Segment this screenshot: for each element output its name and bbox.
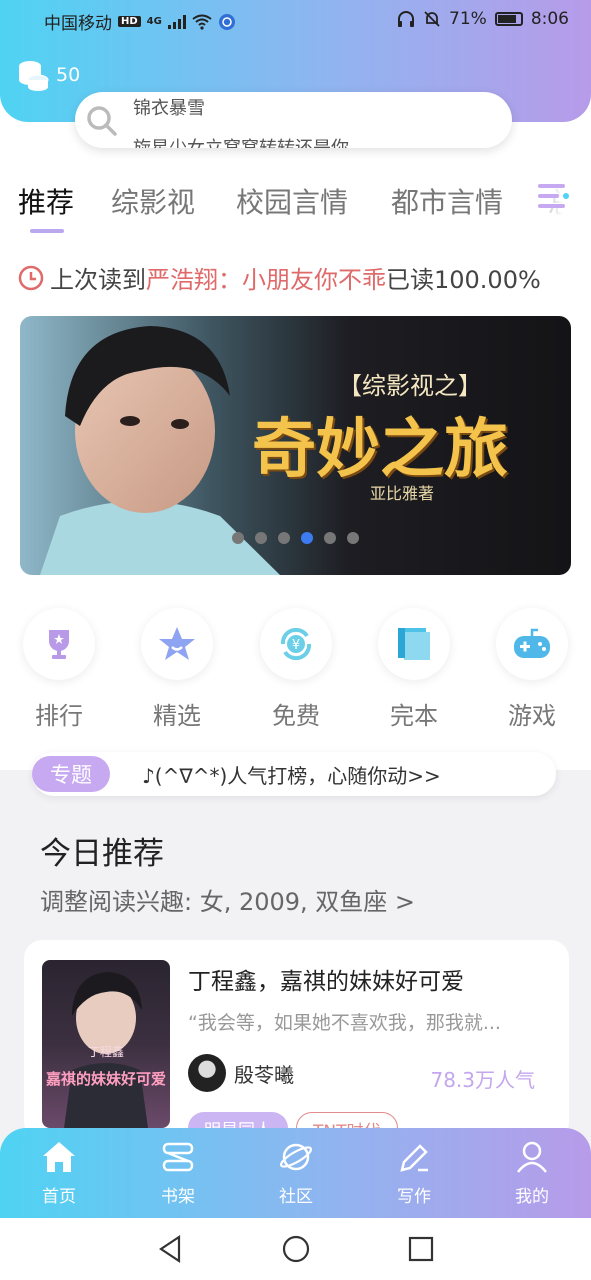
tab-menu-icon[interactable]	[537, 179, 571, 213]
tab-recommend[interactable]: 推荐	[18, 181, 74, 221]
quick-link-label: 完本	[390, 702, 438, 730]
banner-author: 亚比雅著	[370, 484, 435, 503]
book-title: 丁程鑫，嘉祺的妹妹好可爱	[188, 969, 464, 995]
banner-title: 奇妙之旅	[252, 412, 508, 487]
home-icon	[43, 1142, 75, 1172]
nav-label: 书架	[161, 1187, 195, 1207]
cover-title: 嘉祺的妹妹好可爱	[45, 1070, 166, 1088]
quick-link-ranking[interactable]: 排行	[19, 608, 99, 731]
banner-dot[interactable]	[278, 532, 290, 544]
quick-link-featured[interactable]: 精选	[137, 608, 217, 731]
nav-home[interactable]: 首页	[19, 1140, 99, 1207]
battery-icon	[494, 12, 523, 26]
coins-icon	[19, 61, 49, 91]
status-bar: 中国移动 HD 4G 71% 8:06	[0, 0, 591, 40]
hd-badge: HD	[118, 16, 141, 27]
active-tab-indicator	[30, 229, 64, 233]
quick-link-completed[interactable]: 完本	[374, 608, 454, 731]
search-hint-bottom: 旋星少女立窝窝转转还是你	[133, 134, 349, 148]
cover-author-name: 丁程鑫	[88, 1044, 124, 1059]
pen-icon	[400, 1144, 428, 1172]
banner-dot[interactable]	[301, 532, 313, 544]
avatar	[188, 1054, 226, 1092]
nav-label: 首页	[42, 1187, 76, 1207]
quick-link-games[interactable]: 游戏	[492, 608, 572, 731]
book-excerpt: “我会等，如果她不喜欢我，那我就...	[188, 1012, 501, 1034]
nav-community[interactable]: 社区	[256, 1140, 336, 1207]
home-circle-icon[interactable]	[281, 1234, 311, 1264]
carrier-label: 中国移动	[44, 14, 112, 34]
banner-subtitle: 【综影视之】	[338, 372, 482, 400]
quick-link-free[interactable]: ¥ 免费	[256, 608, 336, 731]
nav-write[interactable]: 写作	[374, 1140, 454, 1207]
gamepad-icon	[514, 628, 550, 658]
coin-balance[interactable]: 50	[16, 58, 80, 92]
book-popularity: 78.3万人气	[430, 1068, 535, 1092]
mute-bell-icon	[424, 11, 440, 27]
user-icon	[517, 1141, 547, 1173]
nav-label: 我的	[515, 1187, 549, 1207]
nav-label: 社区	[279, 1187, 313, 1207]
banner-pagination	[232, 532, 359, 544]
clock-icon	[18, 265, 44, 290]
tab-campus-romance[interactable]: 校园言情	[236, 181, 348, 221]
section-title: 今日推荐	[40, 836, 164, 872]
search-icon	[87, 106, 117, 136]
last-read-progress: 已读100.00%	[386, 266, 541, 294]
nav-bookshelf[interactable]: 书架	[138, 1140, 218, 1207]
star-icon	[159, 627, 195, 660]
book-card[interactable]: 丁程鑫 嘉祺的妹妹好可爱 丁程鑫，嘉祺的妹妹好可爱 “我会等，如果她不喜欢我，那…	[24, 940, 569, 1140]
last-read-bar[interactable]: 上次读到 严浩翔：小朋友你不乖 已读100.00%	[18, 260, 541, 295]
reading-interest-link[interactable]: 调整阅读兴趣: 女, 2009, 双鱼座 >	[40, 882, 415, 917]
recents-icon[interactable]	[406, 1234, 436, 1264]
book-cover: 丁程鑫 嘉祺的妹妹好可爱	[42, 960, 170, 1128]
search-hint-top: 锦衣暴雪	[133, 98, 205, 119]
banner-dot[interactable]	[347, 532, 359, 544]
last-read-prefix: 上次读到	[50, 266, 146, 294]
book-author[interactable]: 殷苓曦	[188, 1054, 294, 1092]
banner-dot[interactable]	[255, 532, 267, 544]
book-icon	[398, 628, 430, 660]
svg-text:¥: ¥	[292, 638, 300, 653]
clock-time: 8:06	[530, 9, 569, 29]
cover-art: 丁程鑫 嘉祺的妹妹好可爱	[45, 972, 166, 1128]
signal-icon	[167, 14, 186, 29]
nav-label: 写作	[397, 1187, 431, 1207]
trophy-icon	[49, 630, 69, 659]
planet-icon	[279, 1143, 313, 1171]
coin-count: 50	[56, 64, 81, 86]
tab-film-tv[interactable]: 综影视	[111, 181, 195, 221]
quick-links: 排行 精选 ¥ 免费 完本 游戏	[0, 608, 591, 738]
promo-banner[interactable]: 【综影视之】 奇妙之旅 亚比雅著	[20, 316, 571, 575]
tab-urban-romance[interactable]: 都市言情	[391, 181, 503, 221]
last-read-title: 严浩翔：小朋友你不乖	[146, 266, 386, 294]
back-icon[interactable]	[155, 1234, 185, 1264]
system-navigation	[0, 1218, 591, 1280]
topic-bar[interactable]: 专题 ♪(^∇^*)人气打榜，心随你动>>	[32, 752, 556, 796]
banner-dot[interactable]	[324, 532, 336, 544]
bottom-navigation: 首页 书架 社区 写作 我的	[0, 1128, 591, 1218]
battery-percent: 71%	[449, 9, 487, 29]
yuan-free-icon: ¥	[280, 627, 312, 661]
author-name: 殷苓曦	[234, 1062, 294, 1087]
quick-link-label: 免费	[272, 702, 320, 730]
quick-link-label: 游戏	[508, 702, 556, 730]
bookshelf-icon	[162, 1142, 194, 1172]
topic-text: ♪(^∇^*)人气打榜，心随你动>>	[142, 763, 441, 788]
quick-link-label: 精选	[153, 702, 201, 730]
search-bar[interactable]: 锦衣暴雪 旋星少女立窝窝转转还是你	[75, 92, 512, 148]
headphones-icon	[398, 11, 415, 27]
nav-profile[interactable]: 我的	[492, 1140, 572, 1207]
vpn-globe-icon	[218, 13, 235, 30]
wifi-icon	[192, 14, 212, 30]
topic-tag: 专题	[32, 756, 110, 792]
category-tabs: 推荐 综影视 校园言情 都市言情 总	[0, 175, 591, 235]
network-label: 4G	[146, 16, 162, 27]
quick-link-label: 排行	[35, 702, 83, 730]
banner-dot[interactable]	[232, 532, 244, 544]
